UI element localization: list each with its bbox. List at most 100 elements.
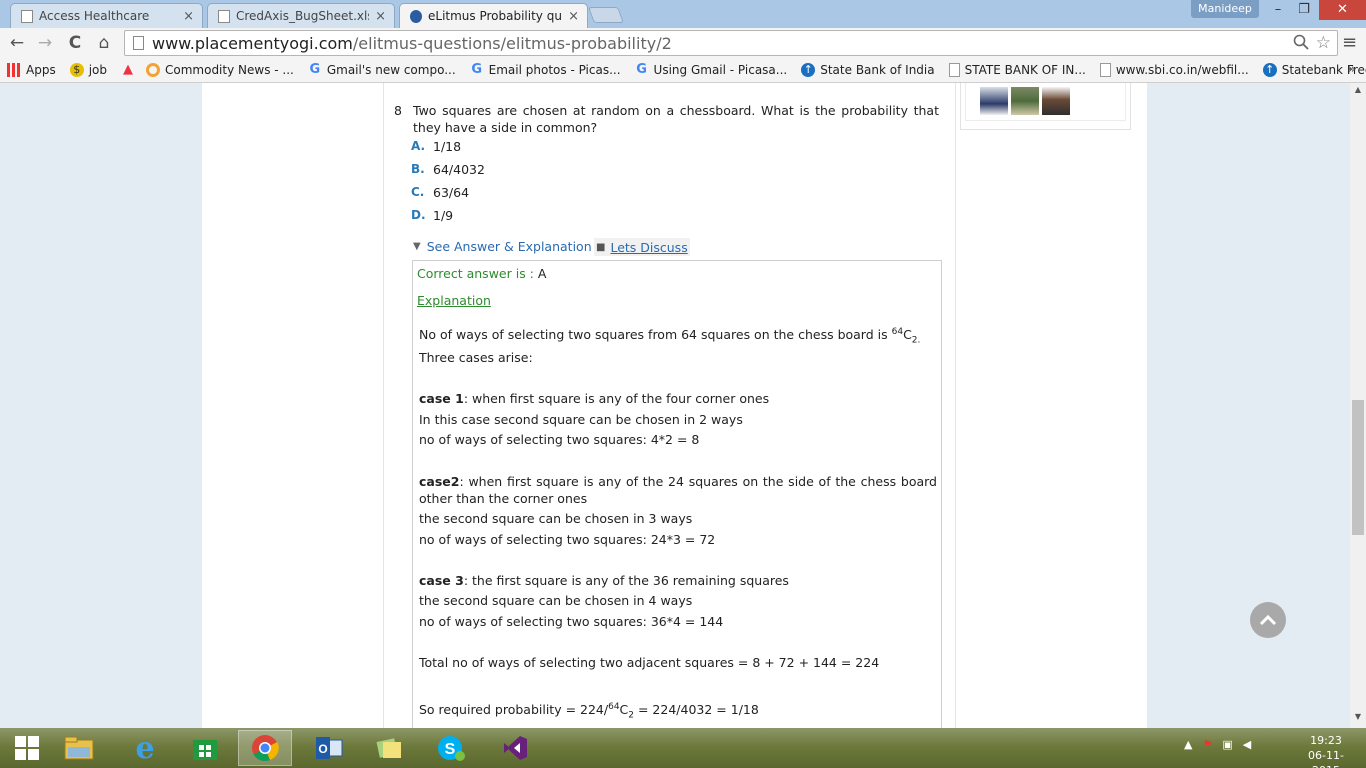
bookmark-using-gmail[interactable]: G Using Gmail - Picasa... bbox=[635, 63, 787, 78]
tray-expand-icon[interactable]: ▲ bbox=[1184, 738, 1192, 751]
maximize-button[interactable]: ❐ bbox=[1291, 0, 1317, 20]
tab-credaxis-bugsheet[interactable]: CredAxis_BugSheet.xlsx × bbox=[207, 3, 395, 28]
profile-photo[interactable] bbox=[1011, 87, 1039, 115]
back-button[interactable]: ← bbox=[6, 32, 28, 54]
chrome-menu-icon[interactable]: ≡ bbox=[1342, 32, 1357, 53]
job-icon: $ bbox=[69, 63, 84, 77]
volume-icon[interactable]: ◀ bbox=[1243, 738, 1251, 751]
visual-studio-icon[interactable] bbox=[488, 730, 542, 766]
text: So required probability = 224/ bbox=[419, 702, 609, 718]
correct-answer-label: Correct answer is : bbox=[417, 266, 534, 281]
chevron-up-icon bbox=[1259, 614, 1277, 626]
bookmarks-bar: Apps $ job ▲ Commodity News - ... G Gmail'… bbox=[0, 58, 1366, 83]
scroll-down-icon[interactable]: ▼ bbox=[1350, 712, 1366, 726]
option-b[interactable]: B. 64/4032 bbox=[411, 162, 485, 177]
bookmark-triangle[interactable]: ▲ bbox=[121, 63, 140, 77]
chat-icon: ■ bbox=[596, 242, 606, 253]
close-window-button[interactable]: ✕ bbox=[1319, 0, 1366, 20]
explanation-link[interactable]: Explanation bbox=[417, 293, 491, 308]
taskbar-clock[interactable]: 19:23 06-11-2015 bbox=[1296, 733, 1356, 768]
url-path: /elitmus-questions/elitmus-probability/2 bbox=[352, 33, 672, 53]
tab-label: Access Healthcare bbox=[39, 9, 150, 23]
home-button[interactable]: ⌂ bbox=[93, 32, 115, 54]
clock-time: 19:23 bbox=[1310, 734, 1342, 747]
browser-toolbar: ← → C ⌂ www.placementyogi.com/elitmus-qu… bbox=[0, 28, 1366, 58]
chrome-icon[interactable] bbox=[238, 730, 292, 766]
explanation-total: Total no of ways of selecting two adjace… bbox=[419, 655, 880, 670]
bookmark-state-bank-caps[interactable]: STATE BANK OF IN... bbox=[948, 63, 1086, 77]
option-letter: B. bbox=[411, 162, 425, 176]
text: No of ways of selecting two squares from… bbox=[419, 327, 892, 343]
windows-taskbar: e O S bbox=[0, 728, 1366, 768]
option-c[interactable]: C. 63/64 bbox=[411, 185, 469, 200]
explanation-line: no of ways of selecting two squares: 4*2… bbox=[419, 432, 700, 447]
scroll-to-top-button[interactable] bbox=[1250, 602, 1286, 638]
clock-date: 06-11-2015 bbox=[1308, 749, 1344, 768]
option-text: 63/64 bbox=[433, 185, 470, 200]
minimize-button[interactable]: – bbox=[1265, 0, 1291, 20]
case-desc: : when first square is any of the 24 squ… bbox=[419, 474, 937, 506]
forward-button[interactable]: → bbox=[34, 32, 56, 54]
bookmark-job[interactable]: $ job bbox=[69, 63, 107, 77]
bookmark-label: Gmail's new compo... bbox=[326, 63, 456, 77]
search-icon[interactable] bbox=[1293, 34, 1309, 54]
action-center-icon[interactable]: ⚑ bbox=[1202, 738, 1212, 751]
option-d[interactable]: D. 1/9 bbox=[411, 208, 453, 223]
lets-discuss-button[interactable]: ■ Lets Discuss bbox=[594, 238, 690, 256]
close-icon[interactable]: × bbox=[183, 9, 194, 24]
tab-elitmus-probability[interactable]: eLitmus Probability questi × bbox=[399, 3, 588, 28]
reload-button[interactable]: C bbox=[64, 32, 86, 54]
elitmus-icon bbox=[410, 9, 422, 23]
bookmark-email-photos[interactable]: G Email photos - Picas... bbox=[470, 63, 620, 78]
profile-photo[interactable] bbox=[980, 87, 1008, 115]
option-text: 64/4032 bbox=[433, 162, 485, 177]
tab-label: eLitmus Probability questi bbox=[428, 9, 562, 23]
internet-explorer-icon[interactable]: e bbox=[118, 730, 172, 766]
explanation-line: no of ways of selecting two squares: 24*… bbox=[419, 532, 716, 547]
option-a[interactable]: A. 1/18 bbox=[411, 139, 461, 154]
explanation-probability: So required probability = 224/64C2 = 224… bbox=[419, 699, 937, 725]
outlook-icon[interactable]: O bbox=[302, 730, 356, 766]
page-icon bbox=[218, 9, 230, 23]
address-bar[interactable]: www.placementyogi.com/elitmus-questions/… bbox=[124, 30, 1338, 56]
page-icon bbox=[21, 9, 33, 23]
skype-icon[interactable]: S bbox=[424, 730, 478, 766]
lets-discuss-link[interactable]: Lets Discuss bbox=[610, 240, 687, 255]
tab-access-healthcare[interactable]: Access Healthcare × bbox=[10, 3, 203, 28]
new-tab-button[interactable] bbox=[588, 7, 624, 23]
windows-logo-icon bbox=[15, 736, 39, 760]
tab-label: CredAxis_BugSheet.xlsx bbox=[236, 9, 370, 23]
close-icon[interactable]: × bbox=[375, 9, 386, 24]
explanation-line: the second square can be chosen in 3 way… bbox=[419, 511, 693, 526]
profile-photo[interactable] bbox=[1042, 87, 1070, 115]
sticky-notes-icon[interactable] bbox=[362, 730, 416, 766]
question-number: 8 bbox=[394, 103, 402, 118]
option-letter: C. bbox=[411, 185, 425, 199]
network-icon[interactable]: ▣ bbox=[1222, 738, 1232, 751]
explanation-line: No of ways of selecting two squares from… bbox=[419, 324, 937, 350]
bookmark-commodity-news[interactable]: Commodity News - ... bbox=[146, 63, 294, 77]
sbi-icon: ↑ bbox=[1262, 63, 1277, 77]
case-title: case 1 bbox=[419, 391, 464, 406]
store-icon[interactable] bbox=[178, 730, 232, 766]
profile-button[interactable]: Manideep bbox=[1191, 0, 1259, 18]
option-letter: A. bbox=[411, 139, 426, 153]
see-answer-toggle[interactable]: ▼ See Answer & Explanation bbox=[413, 239, 592, 254]
page-scrollbar[interactable]: ▲ ▼ bbox=[1350, 83, 1366, 728]
bookmark-sbi-webfil[interactable]: www.sbi.co.in/webfil... bbox=[1099, 63, 1249, 77]
bookmark-apps[interactable]: Apps bbox=[7, 63, 56, 77]
scroll-up-icon[interactable]: ▲ bbox=[1350, 85, 1366, 99]
sidebar-card bbox=[960, 83, 1131, 130]
more-bookmarks-icon[interactable]: » bbox=[1348, 62, 1356, 77]
bookmark-label: State Bank of India bbox=[820, 63, 935, 77]
svg-text:S: S bbox=[445, 741, 456, 758]
bookmark-label: job bbox=[88, 63, 107, 77]
bookmark-state-bank[interactable]: ↑ State Bank of India bbox=[801, 63, 935, 77]
file-explorer-icon[interactable] bbox=[52, 730, 106, 766]
start-button[interactable] bbox=[0, 730, 54, 766]
scroll-thumb[interactable] bbox=[1352, 400, 1364, 535]
bookmark-star-icon[interactable]: ☆ bbox=[1316, 33, 1331, 53]
close-icon[interactable]: × bbox=[568, 9, 579, 24]
system-tray: ▲ ⚑ ▣ ◀ bbox=[1184, 738, 1261, 751]
bookmark-gmail-compose[interactable]: G Gmail's new compo... bbox=[308, 63, 456, 78]
